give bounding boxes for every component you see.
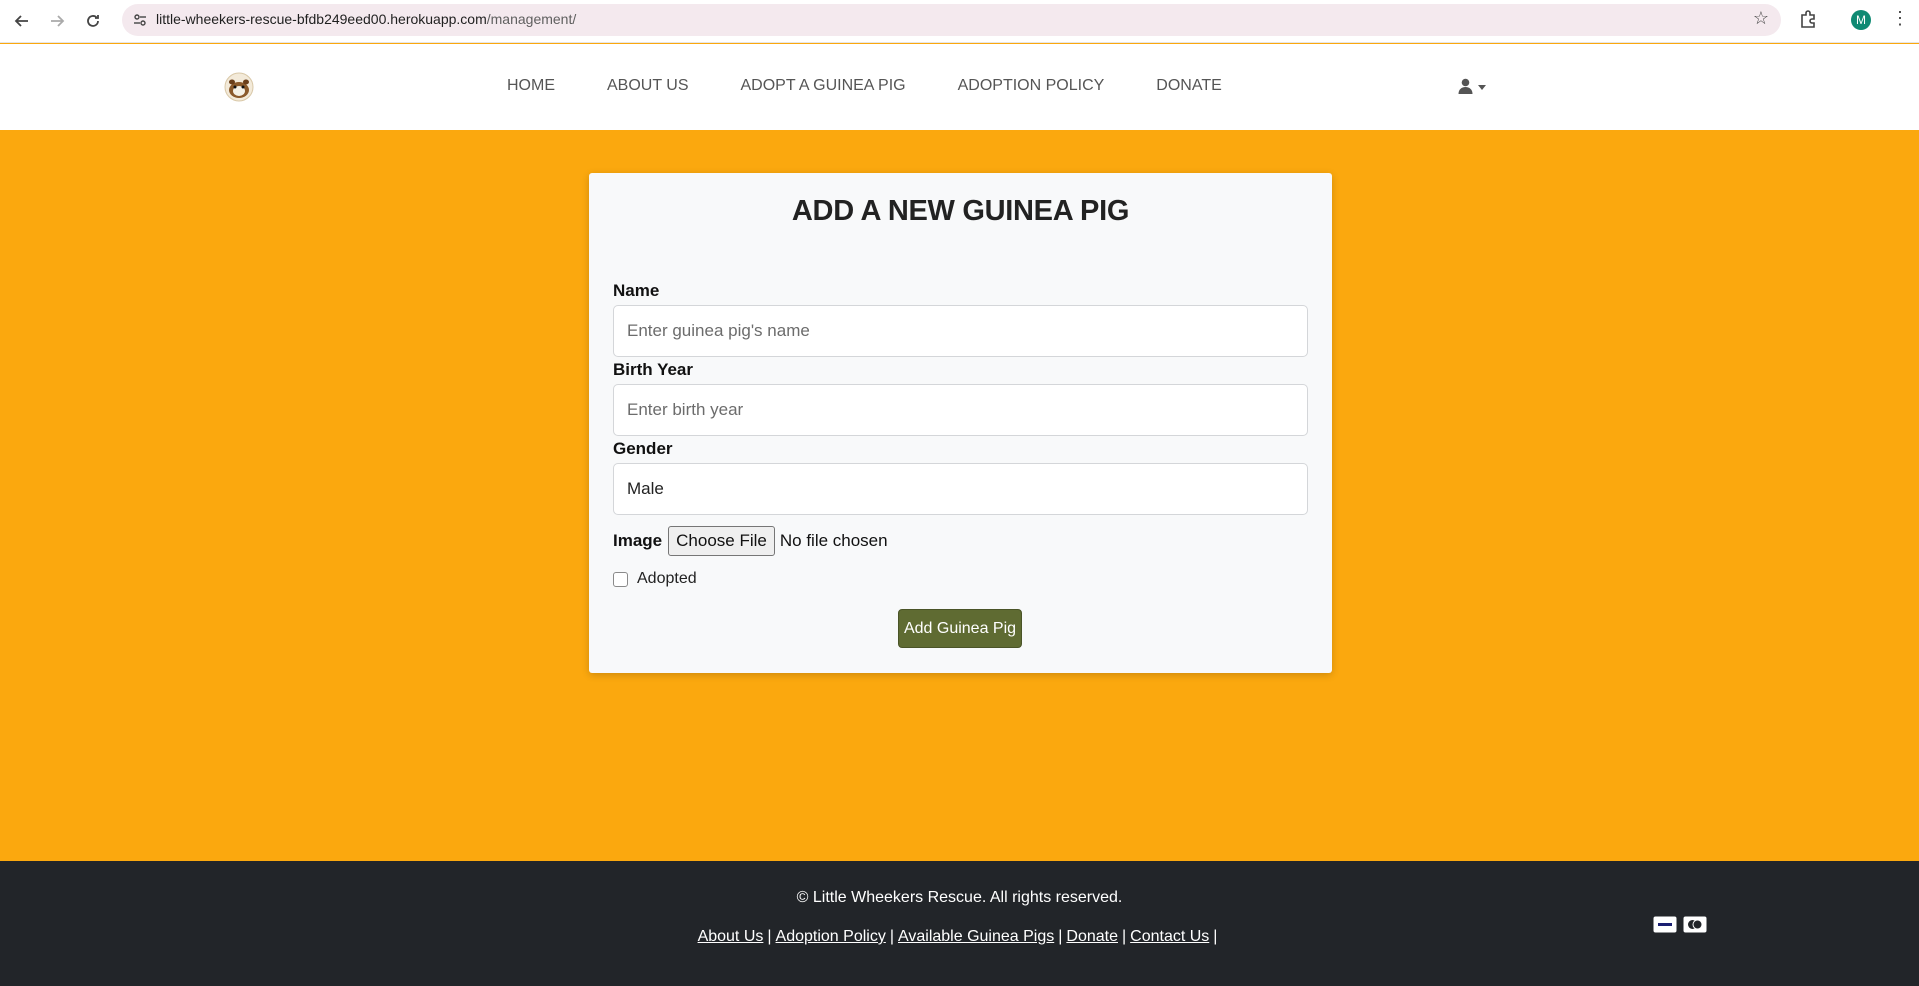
separator: |	[767, 928, 772, 945]
name-input[interactable]	[613, 305, 1308, 357]
gender-label: Gender	[613, 439, 673, 458]
nav-home[interactable]: HOME	[507, 77, 555, 99]
url-path: /management/	[486, 11, 577, 27]
more-menu-icon[interactable]: ⋮	[1891, 8, 1909, 29]
bookmark-star-icon[interactable]: ☆	[1753, 8, 1769, 29]
gender-select[interactable]: Male	[613, 463, 1308, 515]
adopted-checkbox[interactable]	[613, 571, 628, 587]
name-label: Name	[613, 281, 660, 300]
payment-methods	[1653, 916, 1713, 933]
birth-year-input[interactable]	[613, 384, 1308, 436]
file-status-text: No file chosen	[779, 531, 888, 550]
reload-icon[interactable]	[80, 8, 106, 34]
page-title: ADD A NEW GUINEA PIG	[791, 195, 1130, 227]
nav-donate[interactable]: DONATE	[1156, 77, 1221, 99]
visa-card-icon	[1653, 916, 1677, 933]
adopted-row: Adopted	[613, 570, 697, 588]
copyright-text: © Little Wheekers Rescue. All rights res…	[796, 889, 1123, 906]
url-host: little-wheekers-rescue-bfdb249eed00.hero…	[156, 11, 487, 27]
caret-down-icon	[1478, 84, 1486, 90]
forward-arrow-icon[interactable]	[44, 8, 70, 34]
add-guinea-pig-button[interactable]: Add Guinea Pig	[898, 609, 1022, 648]
site-header: HOME ABOUT US ADOPT A GUINEA PIG ADOPTIO…	[0, 44, 1919, 130]
separator: |	[1121, 928, 1127, 945]
url-text: little-wheekers-rescue-bfdb249eed00.hero…	[156, 11, 576, 27]
nav-about-us[interactable]: ABOUT US	[607, 77, 689, 99]
birth-year-label: Birth Year	[613, 360, 694, 379]
user-menu-toggle[interactable]	[1458, 78, 1486, 94]
footer-link-contact-us[interactable]: Contact Us	[1130, 928, 1209, 945]
image-upload-row: Image Choose File No file chosen	[613, 526, 888, 556]
nav-adopt[interactable]: ADOPT A GUINEA PIG	[741, 77, 906, 99]
address-bar[interactable]: little-wheekers-rescue-bfdb249eed00.hero…	[122, 4, 1781, 36]
add-guinea-pig-card: ADD A NEW GUINEA PIG Name Birth Year Gen…	[589, 173, 1332, 673]
mastercard-icon	[1683, 916, 1707, 933]
back-arrow-icon[interactable]	[9, 8, 35, 34]
main-nav: HOME ABOUT US ADOPT A GUINEA PIG ADOPTIO…	[507, 77, 1274, 99]
site-settings-icon[interactable]	[132, 12, 148, 28]
extensions-icon[interactable]	[1797, 9, 1819, 31]
guinea-pig-logo[interactable]	[224, 72, 254, 102]
separator: |	[1058, 928, 1063, 945]
separator: |	[889, 928, 894, 945]
nav-adoption-policy[interactable]: ADOPTION POLICY	[958, 77, 1105, 99]
choose-file-button[interactable]: Choose File	[668, 526, 775, 556]
browser-toolbar: little-wheekers-rescue-bfdb249eed00.hero…	[0, 0, 1919, 43]
footer-link-available-guinea-pigs[interactable]: Available Guinea Pigs	[898, 928, 1054, 945]
gender-selected-value: Male	[627, 479, 664, 498]
footer-link-adoption-policy[interactable]: Adoption Policy	[776, 928, 886, 945]
profile-avatar[interactable]: M	[1851, 10, 1871, 30]
site-footer: © Little Wheekers Rescue. All rights res…	[0, 861, 1919, 986]
separator: |	[1213, 928, 1218, 945]
image-label: Image	[613, 531, 663, 550]
footer-link-donate[interactable]: Donate	[1066, 928, 1118, 945]
footer-link-about-us[interactable]: About Us	[698, 928, 764, 945]
footer-links: About Us | Adoption Policy | Available Guine…	[0, 928, 1919, 946]
adopted-label[interactable]: Adopted	[637, 570, 697, 588]
user-icon	[1458, 78, 1473, 94]
